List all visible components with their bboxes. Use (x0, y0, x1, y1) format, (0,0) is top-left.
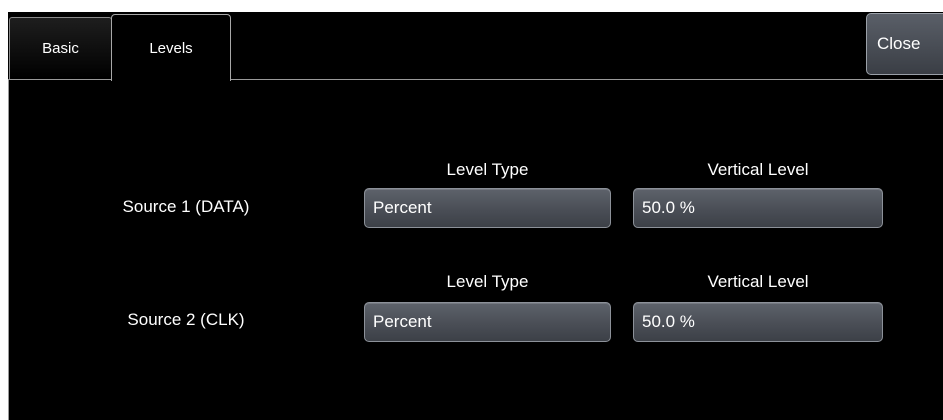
level-type-header: Level Type (446, 272, 529, 291)
source-1-vertical-level-value: 50.0 % (642, 198, 695, 217)
tab-levels[interactable]: Levels (111, 14, 231, 81)
source-2-label: Source 2 (CLK) (127, 310, 245, 329)
tab-basic[interactable]: Basic (9, 17, 112, 79)
tab-levels-label: Levels (149, 39, 193, 57)
vertical-level-header: Vertical Level (707, 272, 809, 291)
source-2-level-type-value: Percent (373, 312, 432, 331)
source-1-level-type-value: Percent (373, 198, 432, 217)
dialog-frame: Basic Levels Close Level Type Vertical L… (0, 0, 943, 420)
source-2-vertical-level-field[interactable]: 50.0 % (633, 302, 883, 342)
source-2-vertical-level-value: 50.0 % (642, 312, 695, 331)
levels-panel (8, 79, 943, 420)
vertical-level-header: Vertical Level (707, 160, 809, 179)
source-1-vertical-level-field[interactable]: 50.0 % (633, 188, 883, 228)
source-1-level-type-field[interactable]: Percent (364, 188, 611, 228)
level-type-header: Level Type (446, 160, 529, 179)
close-button[interactable]: Close (866, 13, 943, 75)
source-2-level-type-field[interactable]: Percent (364, 302, 611, 342)
tab-basic-label: Basic (42, 40, 79, 57)
close-button-label: Close (877, 34, 921, 53)
source-1-label: Source 1 (DATA) (122, 197, 250, 216)
